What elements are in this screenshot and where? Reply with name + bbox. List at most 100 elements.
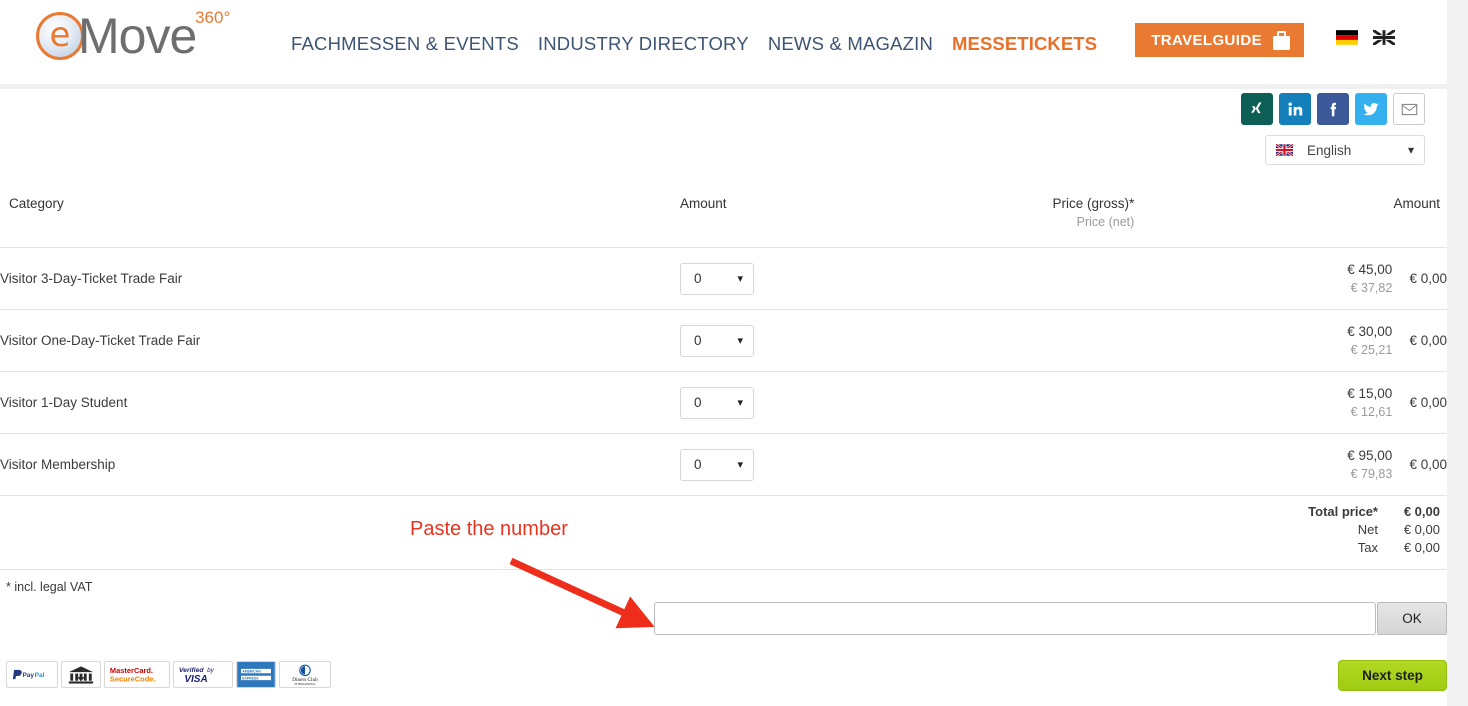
table-row: Visitor 1-Day Student 0 ▾ € 15,00 € 12,6… <box>0 372 1447 434</box>
diners-club-icon: Diners Club INTERNATIONAL <box>279 661 331 688</box>
chevron-down-icon: ▾ <box>737 335 743 347</box>
col-header-price-net-label: Price (net) <box>1076 215 1135 229</box>
total-price-line: Total price* € 0,00 <box>1308 504 1440 522</box>
row-price-cell: € 45,00 € 37,82 <box>1045 248 1392 310</box>
linkedin-icon[interactable] <box>1279 93 1311 125</box>
chevron-down-icon: ▾ <box>1407 143 1414 157</box>
row-amount: € 0,00 <box>1409 271 1447 286</box>
table-row: Visitor Membership 0 ▾ € 95,00 € 79,83 €… <box>0 434 1447 496</box>
quantity-value-1: 0 <box>694 333 702 348</box>
row-quantity-cell: 0 ▾ <box>680 310 1045 372</box>
net-label: Net <box>1357 522 1378 537</box>
payment-methods: Pay Pal MasterCard. SecureCode. Verified… <box>6 661 331 688</box>
paypal-icon: Pay Pal <box>6 661 58 688</box>
quantity-select-0[interactable]: 0 ▾ <box>680 262 754 295</box>
quantity-value-0: 0 <box>694 271 702 286</box>
col-header-price-gross-label: Price (gross)* <box>1052 196 1135 211</box>
svg-text:by: by <box>207 667 215 674</box>
logo-wordmark-text: Move <box>78 8 197 64</box>
language-select-value: English <box>1307 142 1352 158</box>
svg-text:Verified: Verified <box>179 667 205 674</box>
svg-text:VISA: VISA <box>184 674 207 685</box>
vat-note: * incl. legal VAT <box>6 580 93 594</box>
quantity-select-3[interactable]: 0 ▾ <box>680 448 754 481</box>
row-price-net: € 25,21 <box>1350 343 1393 358</box>
emove-logo-mark-icon: e <box>36 12 84 60</box>
col-header-total-amount-label: Amount <box>1393 196 1440 211</box>
header-divider <box>0 84 1447 89</box>
row-category: Visitor Membership <box>0 457 116 472</box>
uk-flag-icon[interactable] <box>1373 30 1395 45</box>
row-amount: € 0,00 <box>1409 333 1447 348</box>
row-quantity-cell: 0 ▾ <box>680 434 1045 496</box>
email-icon[interactable] <box>1393 93 1425 125</box>
tax-label: Tax <box>1357 540 1378 555</box>
row-price-gross: € 95,00 <box>1347 447 1393 463</box>
bank-transfer-icon <box>61 661 101 688</box>
site-logo[interactable]: e Move 360° <box>36 8 230 64</box>
voucher-code-input[interactable] <box>654 602 1376 635</box>
quantity-select-2[interactable]: 0 ▾ <box>680 386 754 419</box>
svg-text:Pay: Pay <box>22 672 34 679</box>
language-flags <box>1336 30 1395 45</box>
row-amount: € 0,00 <box>1409 395 1447 410</box>
travelguide-button[interactable]: TRAVELGUIDE <box>1135 23 1304 57</box>
travelguide-label: TRAVELGUIDE <box>1151 31 1262 49</box>
logo-degree-text: 360° <box>195 8 231 27</box>
row-quantity-cell: 0 ▾ <box>680 372 1045 434</box>
tax-value: € 0,00 <box>1403 540 1440 555</box>
next-step-button[interactable]: Next step <box>1338 660 1447 691</box>
col-header-price: Price (gross)* Price (net) <box>1045 180 1392 248</box>
content-canvas: e Move 360° FACHMESSEN & EVENTS INDUSTRY… <box>0 0 1447 706</box>
svg-text:MasterCard.: MasterCard. <box>110 666 153 675</box>
chevron-down-icon: ▾ <box>737 459 743 471</box>
nav-item-fachmessen-events[interactable]: FACHMESSEN & EVENTS <box>291 33 519 55</box>
row-price-gross: € 45,00 <box>1347 261 1393 277</box>
american-express-icon: AMERICAN EXPRESS <box>236 661 276 688</box>
svg-text:Pal: Pal <box>35 672 45 679</box>
german-flag-icon[interactable] <box>1336 30 1358 45</box>
nav-item-news-magazin[interactable]: NEWS & MAGAZIN <box>768 33 933 55</box>
xing-icon[interactable] <box>1241 93 1273 125</box>
row-quantity-cell: 0 ▾ <box>680 248 1045 310</box>
row-category: Visitor 3-Day-Ticket Trade Fair <box>0 271 183 286</box>
nav-item-messetickets[interactable]: MESSETICKETS <box>952 33 1097 55</box>
total-price-value: € 0,00 <box>1403 504 1440 519</box>
ticket-table-body: Visitor 3-Day-Ticket Trade Fair 0 ▾ € 45… <box>0 248 1447 496</box>
svg-text:Diners Club: Diners Club <box>292 677 318 683</box>
suitcase-icon <box>1273 30 1290 50</box>
svg-text:SecureCode.: SecureCode. <box>110 675 156 684</box>
quantity-value-3: 0 <box>694 457 702 472</box>
ticket-table-head: Category Amount Price (gross)* Price (ne… <box>0 180 1447 248</box>
svg-text:EXPRESS: EXPRESS <box>242 677 259 681</box>
nav-item-industry-directory[interactable]: INDUSTRY DIRECTORY <box>538 33 749 55</box>
col-header-amount: Amount <box>680 180 1045 248</box>
svg-text:INTERNATIONAL: INTERNATIONAL <box>295 683 316 686</box>
row-price-cell: € 15,00 € 12,61 <box>1045 372 1392 434</box>
facebook-icon[interactable] <box>1317 93 1349 125</box>
uk-flag-small-icon <box>1276 144 1293 156</box>
quantity-select-1[interactable]: 0 ▾ <box>680 324 754 357</box>
ok-button[interactable]: OK <box>1377 602 1447 635</box>
row-price-net: € 12,61 <box>1350 405 1393 420</box>
table-header-row: Category Amount Price (gross)* Price (ne… <box>0 180 1447 248</box>
net-line: Net € 0,00 <box>1308 522 1440 540</box>
row-price-cell: € 30,00 € 25,21 <box>1045 310 1392 372</box>
annotation-label: Paste the number <box>410 518 568 540</box>
row-price-cell: € 95,00 € 79,83 <box>1045 434 1392 496</box>
tax-line: Tax € 0,00 <box>1308 540 1440 558</box>
main-navigation: FACHMESSEN & EVENTS INDUSTRY DIRECTORY N… <box>291 33 1097 55</box>
row-price-net: € 79,83 <box>1350 467 1393 482</box>
verified-by-visa-icon: Verified by VISA <box>173 661 233 688</box>
mastercard-securecode-icon: MasterCard. SecureCode. <box>104 661 170 688</box>
logo-letter-e: e <box>49 15 71 55</box>
logo-wordmark: Move 360° <box>78 8 230 64</box>
twitter-icon[interactable] <box>1355 93 1387 125</box>
table-row: Visitor One-Day-Ticket Trade Fair 0 ▾ € … <box>0 310 1447 372</box>
language-select[interactable]: English ▾ <box>1265 135 1425 165</box>
row-category: Visitor One-Day-Ticket Trade Fair <box>0 333 201 348</box>
col-header-category-label: Category <box>9 196 64 211</box>
total-price-label: Total price* <box>1308 504 1378 519</box>
page-root: e Move 360° FACHMESSEN & EVENTS INDUSTRY… <box>0 0 1468 706</box>
net-value: € 0,00 <box>1403 522 1440 537</box>
